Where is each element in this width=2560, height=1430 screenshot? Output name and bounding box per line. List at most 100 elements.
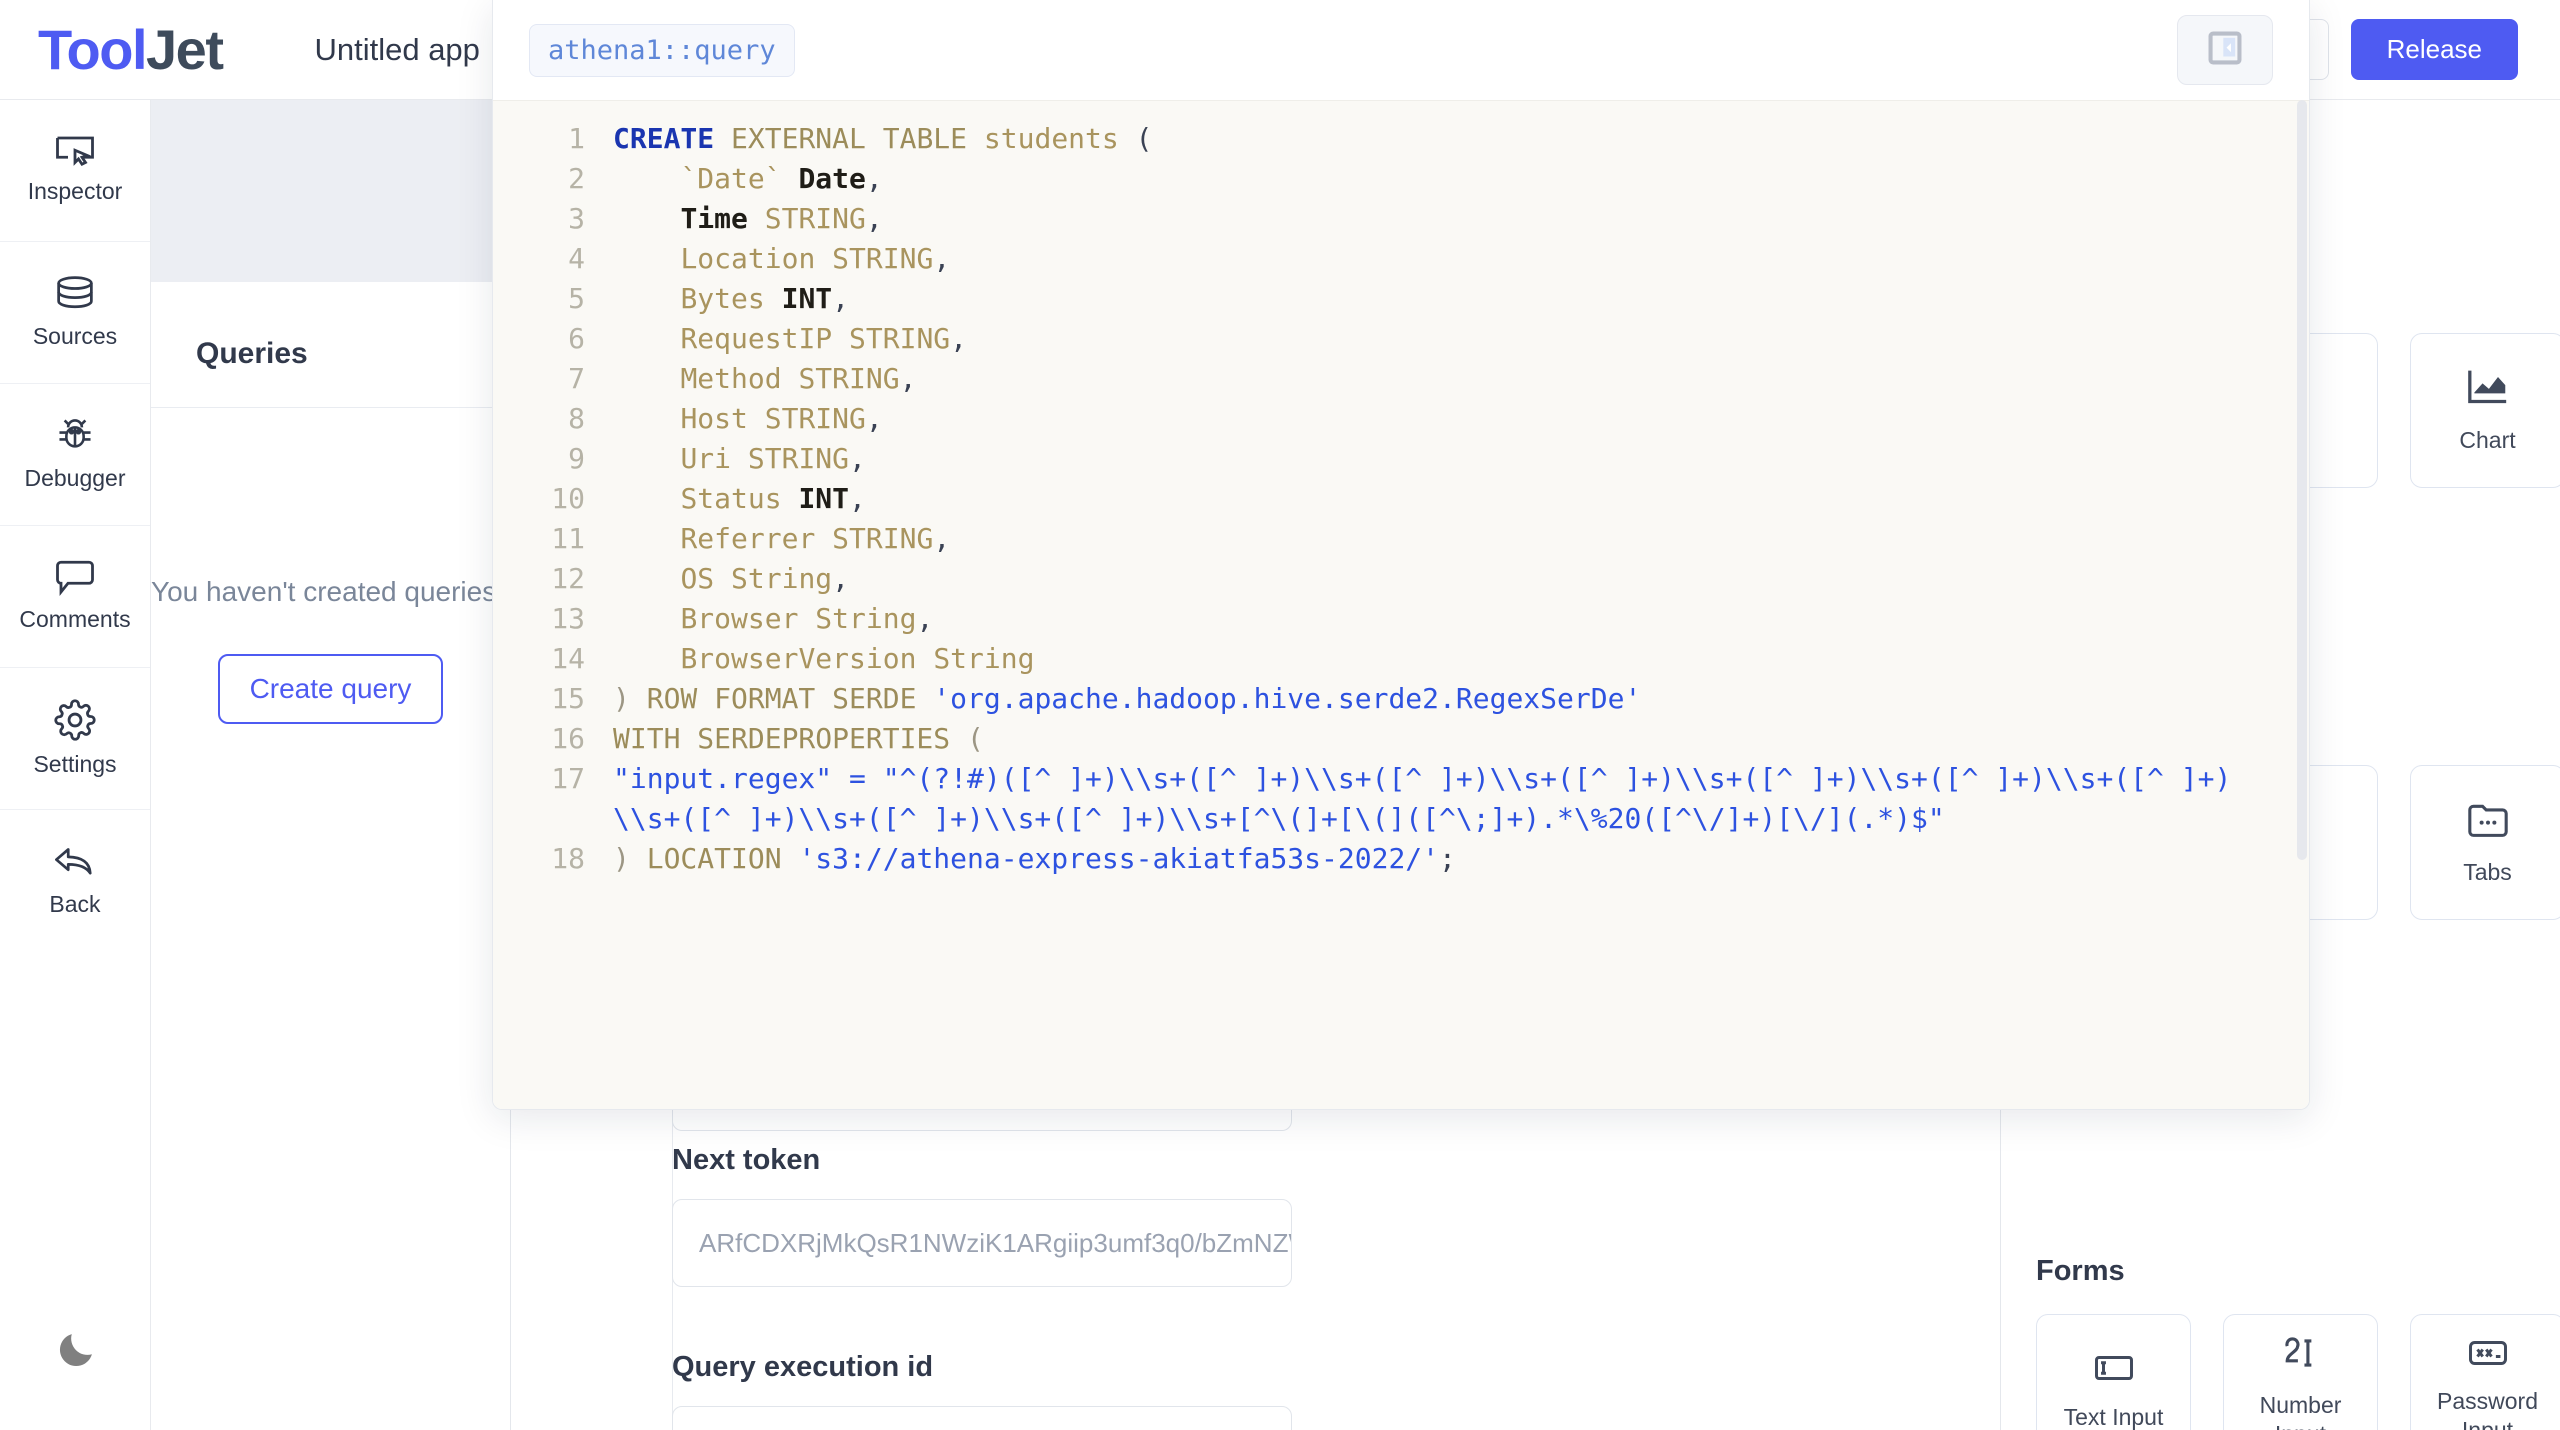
code-line: 12 OS String, [493,559,2309,599]
code-token: String [815,602,916,635]
sidebar-item-label: Debugger [24,465,125,492]
widget-card-tabs[interactable]: Tabs [2410,765,2560,920]
queries-empty-message: You haven't created queries yet. [151,576,510,608]
code-line: 13 Browser String, [493,599,2309,639]
code-token: STRING [765,202,866,235]
code-line-text: BrowserVersion String [613,639,2309,679]
code-token: , [866,202,883,235]
sidebar-item-sources[interactable]: Sources [0,242,150,384]
queries-panel: Queries You haven't created queries yet.… [151,300,511,1430]
line-number: 2 [493,159,613,199]
code-token: , [832,282,849,315]
sidebar-item-label: Comments [19,606,130,633]
code-token: 'org.apache.hadoop.hive.serde2.RegexSerD… [933,682,1641,715]
code-line-text: Uri STRING, [613,439,2309,479]
panel-toggle-button[interactable] [2177,15,2273,85]
code-token: , [849,442,866,475]
release-button[interactable]: Release [2351,19,2518,80]
theme-toggle-button[interactable] [0,1327,151,1378]
number-input-icon [2280,1334,2322,1377]
line-number: 10 [493,479,613,519]
chart-icon [2466,367,2510,412]
query-execution-id-input[interactable] [672,1406,1292,1430]
code-token: EXTERNAL TABLE [731,122,984,155]
code-line: 16WITH SERDEPROPERTIES ( [493,719,2309,759]
sidebar-item-label: Settings [33,751,116,778]
sidebar-item-inspector[interactable]: Inspector [0,100,150,242]
left-sidebar: Inspector Sources [0,100,151,1430]
code-token: Location [613,242,832,275]
tooljet-logo[interactable]: ToolJet [38,17,222,82]
sidebar-item-label: Sources [33,323,117,350]
code-token: STRING [798,362,899,395]
code-token: , [866,402,883,435]
code-token: STRING [765,402,866,435]
code-token: , [849,482,866,515]
code-token: STRING [832,242,933,275]
sidebar-item-comments[interactable]: Comments [0,526,150,668]
code-token: Bytes [613,282,782,315]
query-name-chip[interactable]: athena1::query [529,24,795,77]
moon-icon [53,1327,99,1378]
code-line-text: ) LOCATION 's3://athena-express-akiatfa5… [613,839,2309,879]
queries-empty-state: You haven't created queries yet. Create … [151,576,510,724]
widget-card-chart[interactable]: Chart [2410,333,2560,488]
database-icon [55,275,95,313]
code-line-text: Location STRING, [613,239,2309,279]
widget-label: Chart [2459,426,2515,455]
code-token: Referrer [613,522,832,555]
query-editor-modal: athena1::query 1CREATE EXTERNAL TABLE st… [492,0,2310,1110]
queries-title: Queries [196,337,308,371]
modal-scrollbar[interactable] [2297,100,2307,1100]
code-line-text: Method STRING, [613,359,2309,399]
widget-label: Text Input [2064,1403,2164,1430]
layout-panel-icon [2208,31,2242,70]
widget-label: Number Input [2232,1391,2369,1430]
code-line-text: Bytes INT, [613,279,2309,319]
code-token: BrowserVersion [613,642,933,675]
create-query-button[interactable]: Create query [218,654,444,724]
query-editor-toolbar: athena1::query [493,0,2309,100]
code-line-text: Status INT, [613,479,2309,519]
code-token: WITH SERDEPROPERTIES [613,722,967,755]
next-token-label: Next token [672,1144,1292,1177]
line-number: 7 [493,359,613,399]
widget-card-text-input[interactable]: Text Input [2036,1314,2191,1430]
code-line-text: OS String, [613,559,2309,599]
widget-card-password-input[interactable]: Password Input [2410,1314,2560,1430]
code-line: 11 Referrer STRING, [493,519,2309,559]
code-line: 2 `Date` Date, [493,159,2309,199]
line-number: 14 [493,639,613,679]
forms-section-title: Forms [2036,1255,2560,1288]
sql-code-editor[interactable]: 1CREATE EXTERNAL TABLE students (2 `Date… [493,100,2309,1110]
widget-section-forms: Forms Text Input [2036,1255,2560,1430]
code-line: 14 BrowserVersion String [493,639,2309,679]
code-token: Host [613,402,765,435]
code-line: 8 Host STRING, [493,399,2309,439]
code-line: 17"input.regex" = "^(?!#)([^ ]+)\\s+([^ … [493,759,2309,839]
code-line-text: WITH SERDEPROPERTIES ( [613,719,2309,759]
sidebar-item-settings[interactable]: Settings [0,668,150,810]
password-input-icon [2467,1338,2509,1373]
sidebar-item-back[interactable]: Back [0,810,150,952]
inspector-icon [54,136,96,168]
next-token-input[interactable]: ARfCDXRjMkQsR1NWziK1ARgiip3umf3q0/bZmNZW… [672,1199,1292,1287]
widget-card-number-input[interactable]: Number Input [2223,1314,2378,1430]
line-number: 13 [493,599,613,639]
line-number: 8 [493,399,613,439]
line-number: 6 [493,319,613,359]
code-line-text: ) ROW FORMAT SERDE 'org.apache.hadoop.hi… [613,679,2309,719]
code-token: students [984,122,1136,155]
code-line: 6 RequestIP STRING, [493,319,2309,359]
line-number: 15 [493,679,613,719]
code-token: , [900,362,917,395]
code-line: 3 Time STRING, [493,199,2309,239]
sidebar-item-debugger[interactable]: Debugger [0,384,150,526]
code-token: CREATE [613,122,731,155]
scrollbar-thumb[interactable] [2297,100,2307,860]
code-token: INT [782,282,833,315]
queries-panel-header: Queries [151,300,510,408]
widget-row-forms: Text Input Number Input [2036,1314,2560,1430]
line-number: 18 [493,839,613,879]
app-title[interactable]: Untitled app [314,32,479,68]
